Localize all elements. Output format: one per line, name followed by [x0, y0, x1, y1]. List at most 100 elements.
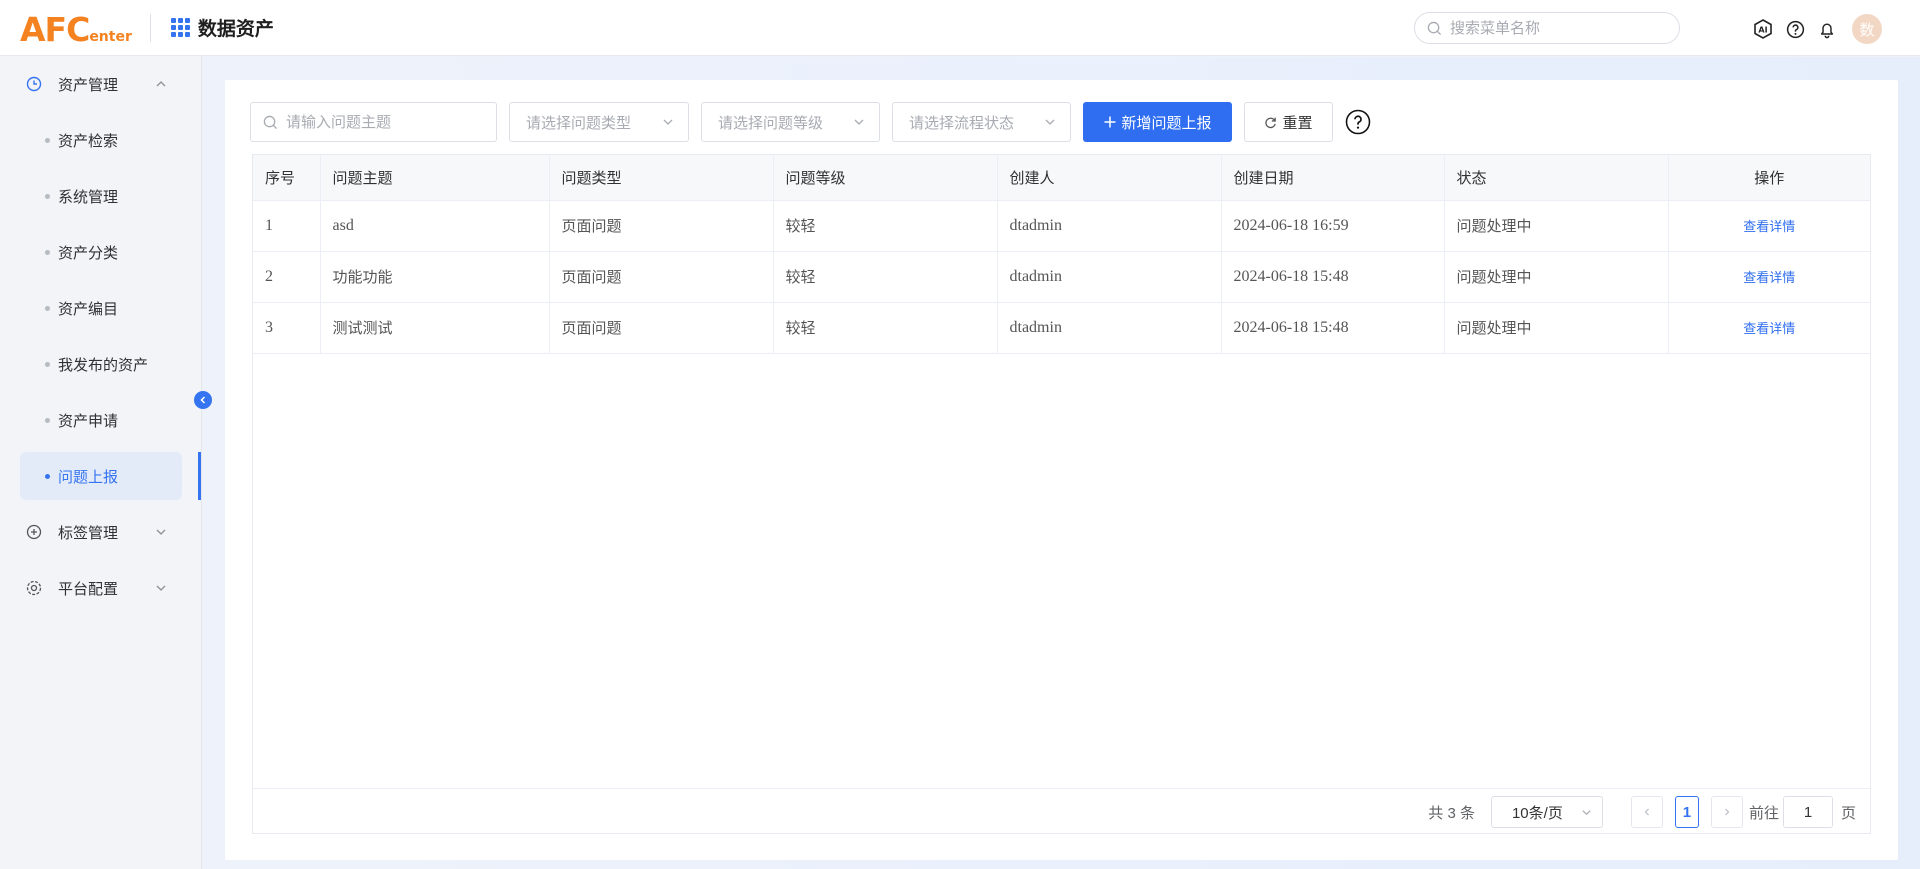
issue-table: 序号 问题主题 问题类型 问题等级 创建人 创建日期 状态 操作 1 asd 页…	[252, 154, 1871, 834]
issue-table-grid: 序号 问题主题 问题类型 问题等级 创建人 创建日期 状态 操作 1 asd 页…	[253, 155, 1870, 354]
page-size-value: 10条/页	[1511, 804, 1563, 822]
add-issue-button[interactable]: 新增问题上报	[1083, 102, 1232, 142]
prev-page-button[interactable]	[1630, 796, 1663, 828]
bullet-dot	[45, 305, 50, 311]
sidebar-item-issue-report[interactable]: 问题上报	[0, 448, 201, 504]
cell-level: 较轻	[773, 251, 998, 303]
cell-date: 2024-06-18 15:48	[1221, 302, 1445, 354]
bullet-dot	[45, 249, 50, 255]
chevron-down-icon	[854, 119, 864, 125]
chevron-down-icon	[1045, 119, 1055, 125]
column-header: 操作	[1668, 155, 1870, 201]
sidebar-item-label: 资产编目	[58, 300, 119, 318]
column-header: 创建人	[997, 155, 1222, 201]
ai-icon[interactable]: AI	[1752, 18, 1774, 40]
table-header-row: 序号 问题主题 问题类型 问题等级 创建人 创建日期 状态 操作	[253, 155, 1870, 201]
cell-creator: dtadmin	[997, 302, 1222, 354]
sidebar-item-label: 系统管理	[58, 188, 119, 206]
app-grid-icon[interactable]	[170, 18, 190, 37]
cell-creator: dtadmin	[997, 251, 1222, 303]
sidebar-item-asset-category[interactable]: 资产分类	[0, 224, 201, 280]
sidebar-item-label: 我发布的资产	[58, 356, 149, 374]
bullet-dot	[45, 137, 50, 143]
cell-creator: dtadmin	[997, 200, 1222, 252]
chevron-down-icon	[155, 582, 167, 594]
page-size-select[interactable]: 10条/页	[1490, 796, 1603, 828]
avatar[interactable]: 数	[1852, 14, 1882, 44]
app-title: 数据资产	[197, 19, 274, 40]
bullet-dot	[45, 193, 50, 199]
sidebar-item-asset-search[interactable]: 资产检索	[0, 112, 201, 168]
cell-type: 页面问题	[549, 200, 774, 252]
goto-prefix: 前往	[1748, 804, 1779, 822]
cell-action: 查看详情	[1668, 200, 1870, 252]
cell-no: 3	[253, 302, 321, 354]
bullet-dot	[45, 473, 50, 479]
logo-text-small: enter	[89, 28, 132, 45]
cell-date: 2024-06-18 16:59	[1221, 200, 1445, 252]
help-icon[interactable]	[1784, 18, 1806, 40]
menu-group-label: 标签管理	[58, 524, 119, 542]
chevron-down-icon	[155, 526, 167, 538]
add-issue-label: 新增问题上报	[1121, 114, 1212, 132]
bell-icon[interactable]	[1816, 18, 1838, 40]
menu-group-label: 平台配置	[58, 580, 119, 598]
cell-type: 页面问题	[549, 302, 774, 354]
cell-subject: asd	[320, 200, 550, 252]
cell-level: 较轻	[773, 302, 998, 354]
view-details-link[interactable]: 查看详情	[1743, 270, 1795, 285]
menu-group-platform-config[interactable]: 平台配置	[0, 560, 201, 616]
sidebar-collapse-button[interactable]	[194, 391, 212, 409]
cell-subject: 功能功能	[320, 251, 550, 303]
next-page-button[interactable]	[1710, 796, 1743, 828]
plus-icon	[1104, 116, 1116, 128]
view-details-link[interactable]: 查看详情	[1743, 321, 1795, 336]
chevron-left-icon	[200, 396, 206, 404]
sidebar-item-my-published-assets[interactable]: 我发布的资产	[0, 336, 201, 392]
menu-search-input[interactable]	[1450, 19, 1679, 37]
table-row: 2 功能功能 页面问题 较轻 dtadmin 2024-06-18 15:48 …	[253, 251, 1870, 303]
issue-type-select[interactable]: 请选择问题类型	[509, 102, 689, 142]
cell-date: 2024-06-18 15:48	[1221, 251, 1445, 303]
select-placeholder: 请选择问题等级	[718, 114, 824, 132]
column-header: 问题等级	[773, 155, 998, 201]
process-status-select[interactable]: 请选择流程状态	[892, 102, 1071, 142]
menu-group-tag-management[interactable]: 标签管理	[0, 504, 201, 560]
subject-input[interactable]	[286, 113, 486, 131]
page-number-current[interactable]: 1	[1674, 796, 1699, 828]
cell-level: 较轻	[773, 200, 998, 252]
column-header: 创建日期	[1221, 155, 1445, 201]
column-header: 问题类型	[549, 155, 774, 201]
column-header: 状态	[1444, 155, 1669, 201]
view-details-link[interactable]: 查看详情	[1743, 219, 1795, 234]
svg-text:AI: AI	[1758, 26, 1767, 35]
issue-level-select[interactable]: 请选择问题等级	[701, 102, 880, 142]
menu-group-asset-management[interactable]: 资产管理	[0, 56, 201, 112]
help-circle-icon[interactable]	[1345, 109, 1371, 135]
sidebar-item-asset-application[interactable]: 资产申请	[0, 392, 201, 448]
cell-type: 页面问题	[549, 251, 774, 303]
header-divider	[149, 13, 151, 42]
sidebar-item-label: 资产分类	[58, 244, 119, 262]
content-card: 请选择问题类型 请选择问题等级 请选择流程状态 新增问题上报 重置	[225, 80, 1898, 860]
filter-toolbar: 请选择问题类型 请选择问题等级 请选择流程状态 新增问题上报 重置	[250, 102, 1371, 142]
search-icon	[1427, 21, 1442, 35]
top-header: AFC enter 数据资产 AI 数	[0, 0, 1920, 56]
sidebar-item-asset-catalog[interactable]: 资产编目	[0, 280, 201, 336]
reset-button[interactable]: 重置	[1244, 102, 1333, 142]
sidebar-item-system-management[interactable]: 系统管理	[0, 168, 201, 224]
reset-label: 重置	[1282, 114, 1313, 132]
cell-no: 1	[253, 200, 321, 252]
goto-page-input[interactable]	[1782, 796, 1833, 828]
menu-group-label: 资产管理	[58, 76, 119, 94]
menu-search-box[interactable]	[1414, 12, 1680, 44]
cell-status: 问题处理中	[1444, 251, 1669, 303]
cell-action: 查看详情	[1668, 251, 1870, 303]
goto-suffix: 页	[1840, 804, 1856, 822]
cell-subject: 测试测试	[320, 302, 550, 354]
total-count: 共 3 条	[1428, 804, 1475, 822]
chevron-left-icon	[1644, 808, 1649, 816]
subject-search-box[interactable]	[250, 102, 497, 142]
logo-text-big: AFC	[20, 9, 90, 49]
bullet-dot	[45, 361, 50, 367]
